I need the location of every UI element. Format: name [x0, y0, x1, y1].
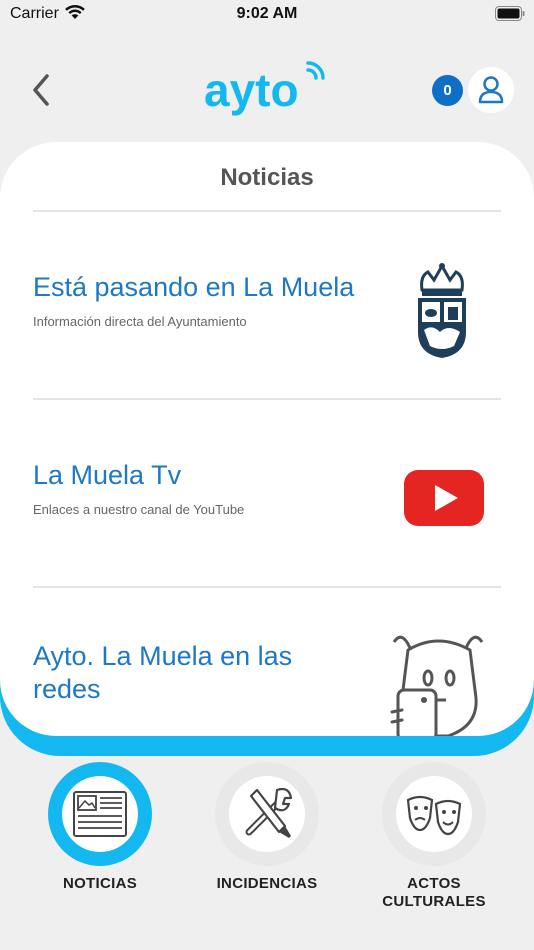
- list-item-la-muela-tv[interactable]: La Muela Tv Enlaces a nuestro canal de Y…: [0, 400, 534, 586]
- bottom-nav: NOTICIAS INCIDENCIAS ACTOS CULTURALES: [0, 760, 534, 950]
- battery-icon: [495, 6, 525, 26]
- list-item-subtitle: Enlaces a nuestro canal de YouTube: [33, 502, 245, 517]
- profile-button[interactable]: [468, 67, 514, 113]
- user-icon: [478, 76, 504, 104]
- status-bar: Carrier 9:02 AM: [0, 0, 534, 30]
- clock: 9:02 AM: [236, 5, 298, 22]
- tab-actos-circle: [382, 762, 486, 866]
- tab-actos-culturales-label: ACTOS CULTURALES: [382, 875, 486, 910]
- list-item-subtitle: Información directa del Ayuntamiento: [33, 314, 247, 329]
- youtube-icon: [404, 470, 484, 531]
- list-item-title: Ayto. La Muela en las redes: [33, 641, 293, 704]
- notification-badge[interactable]: 0: [432, 75, 463, 106]
- theater-masks-icon: [406, 795, 462, 836]
- back-button[interactable]: [28, 72, 56, 108]
- list-item-title: Está pasando en La Muela: [33, 272, 355, 302]
- tab-incidencias-label: INCIDENCIAS: [216, 875, 318, 892]
- selfie-character-icon: [388, 628, 488, 736]
- tools-icon: [245, 787, 293, 838]
- tab-incidencias-circle: [215, 762, 319, 866]
- tab-noticias-circle: [48, 762, 152, 866]
- tab-noticias[interactable]: NOTICIAS: [15, 760, 185, 930]
- list-item-redes[interactable]: Ayto. La Muela en las redes: [0, 588, 534, 736]
- newspaper-icon: [73, 791, 127, 837]
- chevron-left-icon: [33, 74, 49, 106]
- tab-incidencias[interactable]: INCIDENCIAS: [182, 760, 352, 930]
- tab-noticias-label: NOTICIAS: [62, 875, 138, 892]
- list-item-title: La Muela Tv: [33, 460, 182, 490]
- page-title: Noticias: [220, 164, 314, 191]
- coat-of-arms-icon: [414, 262, 470, 365]
- list-item-esta-pasando[interactable]: Está pasando en La Muela Información dir…: [0, 212, 534, 398]
- tab-actos-culturales[interactable]: ACTOS CULTURALES: [349, 760, 519, 930]
- news-card: Noticias Está pasando en La Muela Inform…: [0, 142, 534, 736]
- logo-text: ayto: [204, 64, 299, 116]
- app-logo: ayto: [204, 60, 328, 120]
